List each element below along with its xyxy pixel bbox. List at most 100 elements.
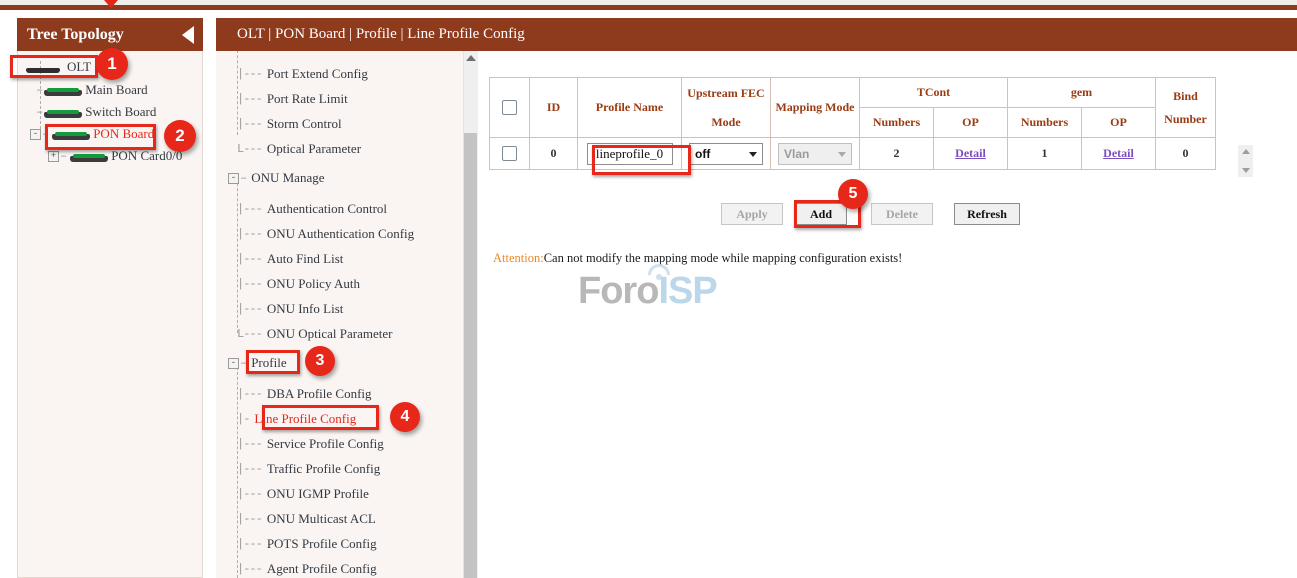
screenshot-root: Tree Topology OLT – Main Board – Switch … [0, 0, 1297, 578]
menu-item-optical-parameter[interactable]: L--- Optical Parameter [237, 141, 361, 157]
menu-item-authentication-control[interactable]: |--- Authentication Control [237, 201, 387, 217]
select-all-checkbox[interactable] [502, 100, 517, 115]
mapping-mode-value: Vlan [784, 147, 809, 161]
menu-item-label: Service Profile Config [267, 436, 384, 452]
menu-item-agent-profile-config[interactable]: |--- Agent Profile Config [237, 561, 377, 577]
tree-topology-title: Tree Topology [27, 26, 124, 44]
tree-connector: – [36, 105, 43, 119]
th-tcont-op: OP [934, 108, 1008, 138]
annotation-badge-2: 2 [164, 120, 196, 152]
th-bind-number: Bind Number [1156, 78, 1216, 138]
menu-item-onu-optical-parameter[interactable]: L--- ONU Optical Parameter [237, 326, 392, 342]
cell-gem-numbers: 1 [1008, 138, 1082, 170]
menu-connector: L--- [237, 327, 262, 341]
collapse-panel-arrow-icon[interactable] [182, 26, 194, 44]
menu-item-label: ONU Authentication Config [267, 226, 414, 242]
th-bind-line1: Bind [1159, 89, 1212, 104]
tree-item-pon-board[interactable]: - – PON Board [30, 125, 154, 143]
menu-tree-scrollbar-thumb[interactable] [464, 133, 477, 578]
tree-item-pon-card[interactable]: + – PON Card0/0 [48, 147, 182, 165]
th-tcont-numbers: Numbers [860, 108, 934, 138]
delete-button: Delete [871, 203, 933, 225]
annotation-badge-5: 5 [838, 179, 868, 209]
menu-item-onu-policy-auth[interactable]: |--- ONU Policy Auth [237, 276, 360, 292]
menu-item-auto-find-list[interactable]: |--- Auto Find List [237, 251, 343, 267]
upstream-fec-mode-select[interactable]: off [689, 143, 763, 165]
menu-connector: |--- [237, 277, 262, 291]
menu-item-traffic-profile-config[interactable]: |--- Traffic Profile Config [237, 461, 380, 477]
tree-item-main-board[interactable]: – Main Board [36, 81, 148, 99]
th-select-all[interactable] [490, 78, 530, 138]
board-device-icon [44, 107, 82, 118]
menu-item-label: Storm Control [267, 116, 342, 132]
menu-item-onu-igmp-profile[interactable]: |--- ONU IGMP Profile [237, 486, 369, 502]
menu-item-label: POTS Profile Config [267, 536, 377, 552]
th-tcont-group: TCont [860, 78, 1008, 108]
board-device-icon [44, 85, 82, 96]
menu-item-onu-manage[interactable]: - – ONU Manage [228, 170, 325, 186]
menu-item-profile[interactable]: - – Profile [228, 355, 287, 371]
chevron-down-icon [838, 152, 846, 157]
menu-item-port-extend-config[interactable]: |--- Port Extend Config [237, 66, 368, 82]
tree-item-switch-board[interactable]: – Switch Board [36, 103, 156, 121]
tree-expand-toggle[interactable]: + [48, 151, 59, 162]
board-device-icon [52, 129, 90, 140]
scroll-up-arrow-icon[interactable] [466, 55, 476, 61]
menu-item-label: ONU Optical Parameter [267, 326, 393, 342]
menu-collapse-toggle[interactable]: - [228, 173, 239, 184]
refresh-button[interactable]: Refresh [954, 203, 1020, 225]
menu-item-service-profile-config[interactable]: |--- Service Profile Config [237, 436, 384, 452]
menu-item-line-profile-config[interactable]: |- Line Profile Config [237, 411, 356, 427]
tcont-detail-link[interactable]: Detail [955, 146, 986, 160]
watermark-part-a: Foro [578, 270, 658, 312]
menu-item-onu-authentication-config[interactable]: |--- ONU Authentication Config [237, 226, 414, 242]
menu-connector: |--- [237, 437, 262, 451]
menu-item-onu-multicast-acl[interactable]: |--- ONU Multicast ACL [237, 511, 376, 527]
th-gem-numbers: Numbers [1008, 108, 1082, 138]
tree-connector: – [36, 83, 43, 97]
scroll-up-arrow-icon[interactable] [1242, 149, 1250, 154]
th-upstream-fec-mode: Upstream FEC Mode [682, 78, 771, 138]
cell-profile-name[interactable] [578, 138, 682, 170]
menu-connector: |--- [237, 562, 262, 576]
foroisp-watermark: ForoISP [578, 270, 728, 315]
cell-tcont-op[interactable]: Detail [934, 138, 1008, 170]
menu-collapse-toggle[interactable]: - [228, 358, 239, 369]
tree-item-label: OLT [67, 59, 91, 75]
tree-connector: – [42, 127, 49, 141]
menu-item-label: ONU Info List [267, 301, 344, 317]
cell-tcont-numbers: 2 [860, 138, 934, 170]
cell-bind-number: 0 [1156, 138, 1216, 170]
table-row: 0 off Vlan [490, 138, 1216, 170]
attention-message: Attention:Can not modify the mapping mod… [493, 251, 902, 266]
menu-item-label: Port Extend Config [267, 66, 368, 82]
row-checkbox[interactable] [502, 146, 517, 161]
menu-item-storm-control[interactable]: |--- Storm Control [237, 116, 342, 132]
menu-connector: |--- [237, 227, 262, 241]
menu-item-pots-profile-config[interactable]: |--- POTS Profile Config [237, 536, 377, 552]
table-row-scrollbar[interactable] [1238, 145, 1253, 177]
cell-upstream-fec-mode[interactable]: off [682, 138, 771, 170]
watermark-part-b: ISP [658, 270, 716, 312]
tree-collapse-toggle[interactable]: - [30, 129, 41, 140]
row-select-cell[interactable] [490, 138, 530, 170]
mapping-mode-select: Vlan [778, 143, 852, 165]
menu-connector: |--- [237, 512, 262, 526]
tree-item-olt[interactable]: OLT [26, 58, 91, 76]
menu-item-port-rate-limit[interactable]: |--- Port Rate Limit [237, 91, 348, 107]
menu-item-onu-info-list[interactable]: |--- ONU Info List [237, 301, 343, 317]
add-button[interactable]: Add [795, 203, 847, 225]
menu-item-dba-profile-config[interactable]: |--- DBA Profile Config [237, 386, 372, 402]
scroll-down-arrow-icon[interactable] [1242, 168, 1250, 173]
gem-detail-link[interactable]: Detail [1103, 146, 1134, 160]
breadcrumb: OLT | PON Board | Profile | Line Profile… [237, 26, 525, 43]
menu-item-label: Agent Profile Config [267, 561, 377, 577]
menu-item-label: ONU IGMP Profile [267, 486, 369, 502]
th-id: ID [530, 78, 578, 138]
table-header-row-1: ID Profile Name Upstream FEC Mode Mappin… [490, 78, 1216, 108]
cell-gem-op[interactable]: Detail [1082, 138, 1156, 170]
board-device-icon [70, 151, 108, 162]
menu-connector: |--- [237, 117, 262, 131]
th-gem-group: gem [1008, 78, 1156, 108]
profile-name-input[interactable] [587, 143, 673, 165]
